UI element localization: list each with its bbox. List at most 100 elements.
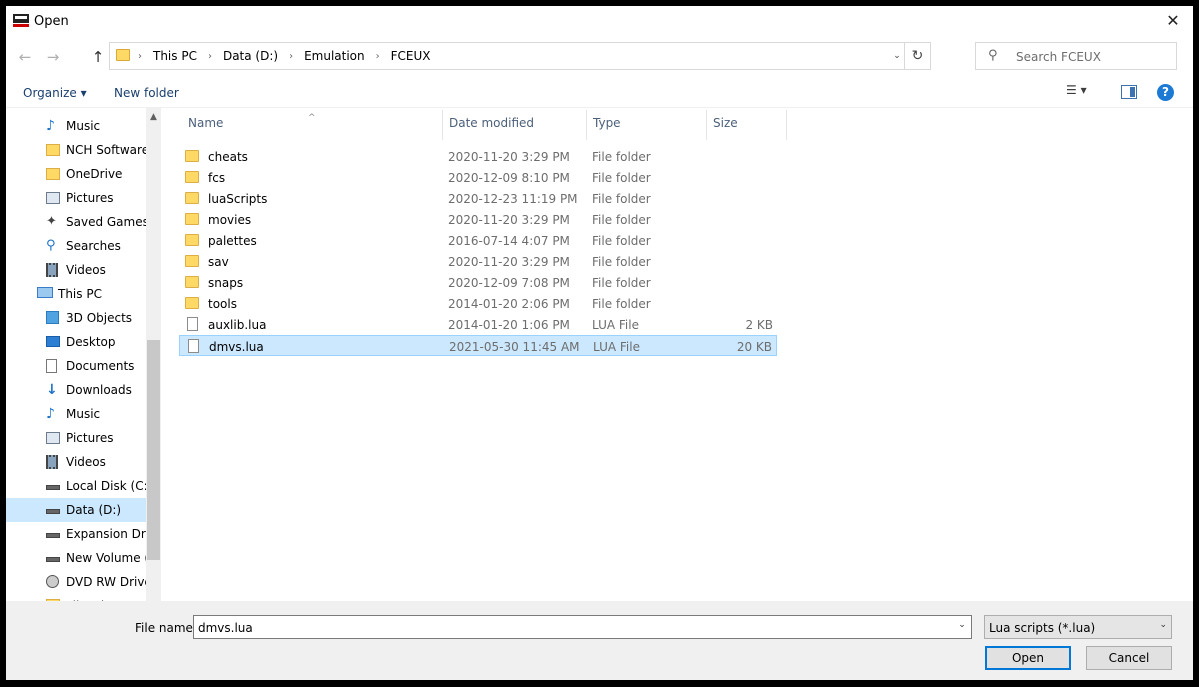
sidebar-item-label: Desktop <box>66 335 116 349</box>
file-name-cell: snaps <box>208 276 244 290</box>
file-type-value: Lua scripts (*.lua) <box>989 621 1096 635</box>
up-arrow-icon[interactable]: ↑ <box>87 48 109 66</box>
music-icon: ♪ <box>46 406 55 422</box>
sidebar-item-documents[interactable]: Documents <box>6 354 146 378</box>
breadcrumb-data-d[interactable]: Data (D:) <box>223 49 278 63</box>
folder-icon <box>185 171 199 183</box>
column-header-name[interactable]: Name ^ <box>188 113 316 140</box>
chevron-down-icon[interactable]: ⌄ <box>890 48 904 64</box>
file-icon <box>187 317 198 331</box>
chevron-down-icon[interactable]: ⌄ <box>955 620 969 630</box>
sidebar-item-downloads[interactable]: ↓ Downloads <box>6 378 146 402</box>
table-row[interactable]: auxlib.lua 2014-01-20 1:06 PM LUA File 2 KB <box>179 314 777 335</box>
organize-button[interactable]: Organize ▾ <box>23 86 87 100</box>
close-icon[interactable]: ✕ <box>1161 10 1185 32</box>
file-name-cell: dmvs.lua <box>209 340 264 354</box>
chevron-right-icon[interactable]: › <box>376 51 380 62</box>
table-row[interactable]: luaScripts 2020-12-23 11:19 PM File folder <box>179 188 777 209</box>
sidebar-item-saved-games[interactable]: ✦ Saved Games <box>6 210 146 234</box>
date-modified-cell: 2020-11-20 3:29 PM <box>448 150 570 164</box>
sidebar-item-libraries[interactable]: Libraries <box>6 594 146 601</box>
table-row[interactable]: sav 2020-11-20 3:29 PM File folder <box>179 251 777 272</box>
sidebar-item-dvd-rw-drive[interactable]: DVD RW Drive <box>6 570 146 594</box>
table-row[interactable]: fcs 2020-12-09 8:10 PM File folder <box>179 167 777 188</box>
column-divider[interactable] <box>442 110 443 140</box>
saved-games-icon: ✦ <box>46 214 57 229</box>
sidebar-item-label: Music <box>66 119 101 133</box>
sidebar-item-this-pc[interactable]: This PC <box>6 282 146 306</box>
file-name-cell: cheats <box>208 150 248 164</box>
sidebar-item-pictures[interactable]: Pictures <box>6 426 146 450</box>
table-row[interactable]: movies 2020-11-20 3:29 PM File folder <box>179 209 777 230</box>
sidebar-item-data-d[interactable]: Data (D:) <box>6 498 146 522</box>
view-options-icon[interactable]: ☰ ▾ <box>1066 83 1106 105</box>
sidebar-item-local-disk-c[interactable]: Local Disk (C:) <box>6 474 146 498</box>
table-row[interactable]: cheats 2020-11-20 3:29 PM File folder <box>179 146 777 167</box>
forward-arrow-icon[interactable]: → <box>42 48 64 66</box>
file-type-select[interactable]: Lua scripts (*.lua) ⌄ <box>984 615 1172 639</box>
new-folder-button[interactable]: New folder <box>114 86 179 100</box>
column-header-type[interactable]: Type <box>593 116 621 140</box>
help-icon[interactable]: ? <box>1157 84 1174 101</box>
column-divider[interactable] <box>706 110 707 140</box>
file-name-field[interactable]: dmvs.lua ⌄ <box>193 615 972 639</box>
sidebar-item-onedrive[interactable]: OneDrive <box>6 162 146 186</box>
drive-icon <box>46 527 61 541</box>
folder-icon <box>185 150 199 162</box>
table-row[interactable]: dmvs.lua 2021-05-30 11:45 AM LUA File 20 KB <box>179 335 777 356</box>
search-input[interactable]: ⚲ Search FCEUX <box>975 42 1177 70</box>
sidebar-item-videos[interactable]: Videos <box>6 258 146 282</box>
sidebar-item-videos[interactable]: Videos <box>6 450 146 474</box>
chevron-right-icon[interactable]: › <box>289 51 293 62</box>
table-row[interactable]: tools 2014-01-20 2:06 PM File folder <box>179 293 777 314</box>
sidebar-item-new-volume-f[interactable]: New Volume (F <box>6 546 146 570</box>
chevron-right-icon[interactable]: › <box>138 51 142 62</box>
address-bar[interactable]: › This PC › Data (D:) › Emulation › FCEU… <box>109 42 931 70</box>
type-cell: File folder <box>592 276 651 290</box>
sidebar-item-expansion-drive[interactable]: Expansion Drive <box>6 522 146 546</box>
table-row[interactable]: palettes 2016-07-14 4:07 PM File folder <box>179 230 777 251</box>
window-title: Open <box>34 14 69 29</box>
back-arrow-icon[interactable]: ← <box>14 48 36 66</box>
nav-scrollbar[interactable]: ▲ <box>146 108 161 601</box>
sidebar-item-desktop[interactable]: Desktop <box>6 330 146 354</box>
chevron-right-icon[interactable]: › <box>208 51 212 62</box>
breadcrumb-this-pc[interactable]: This PC <box>153 49 197 63</box>
sidebar-item-label: Saved Games <box>66 215 146 229</box>
breadcrumb-emulation[interactable]: Emulation <box>304 49 365 63</box>
size-cell: 20 KB <box>736 340 772 354</box>
sidebar-item-3d-objects[interactable]: 3D Objects <box>6 306 146 330</box>
refresh-icon[interactable]: ↻ <box>904 43 930 69</box>
sidebar-item-label: Downloads <box>66 383 132 397</box>
downloads-icon: ↓ <box>46 382 58 398</box>
column-divider[interactable] <box>586 110 587 140</box>
open-button[interactable]: Open <box>985 646 1071 670</box>
folder-icon <box>185 255 199 267</box>
search-icon: ⚲ <box>46 238 56 253</box>
videos-icon <box>46 263 61 277</box>
column-header-size[interactable]: Size <box>713 116 738 140</box>
folder-icon <box>185 297 199 309</box>
sidebar-item-label: Pictures <box>66 191 114 205</box>
sidebar-item-music[interactable]: ♪ Music <box>6 114 146 138</box>
table-row[interactable]: snaps 2020-12-09 7:08 PM File folder <box>179 272 777 293</box>
folder-icon <box>185 192 199 204</box>
scroll-up-icon[interactable]: ▲ <box>146 110 161 125</box>
file-name-cell: movies <box>208 213 252 227</box>
file-name-value[interactable]: dmvs.lua <box>198 621 253 635</box>
sidebar-item-nch-software[interactable]: NCH Software <box>6 138 146 162</box>
breadcrumb-fceux[interactable]: FCEUX <box>391 49 431 63</box>
chevron-down-icon[interactable]: ⌄ <box>1159 620 1167 630</box>
sidebar-item-label: OneDrive <box>66 167 123 181</box>
sidebar-item-pictures[interactable]: Pictures <box>6 186 146 210</box>
column-divider[interactable] <box>786 110 787 140</box>
scroll-thumb[interactable] <box>147 340 160 560</box>
breadcrumb: › This PC › Data (D:) › Emulation › FCEU… <box>138 43 431 69</box>
search-icon: ⚲ <box>988 48 998 63</box>
date-modified-cell: 2014-01-20 2:06 PM <box>448 297 570 311</box>
preview-pane-icon[interactable] <box>1121 85 1137 99</box>
cancel-button[interactable]: Cancel <box>1086 646 1172 670</box>
column-header-date[interactable]: Date modified <box>449 116 534 140</box>
sidebar-item-music[interactable]: ♪ Music <box>6 402 146 426</box>
sidebar-item-searches[interactable]: ⚲ Searches <box>6 234 146 258</box>
